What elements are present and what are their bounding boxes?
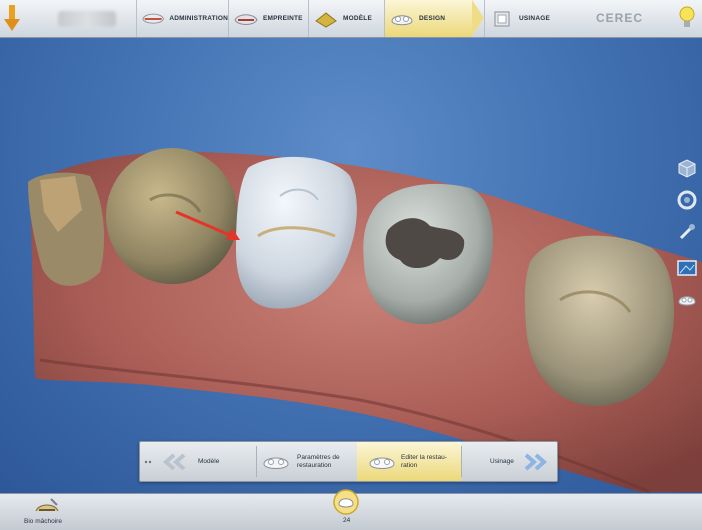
restoration-parameters-icon [263, 457, 289, 469]
phase-label: USINAGE [519, 15, 551, 22]
phase-label: EMPREINTE [263, 15, 303, 22]
model-icon [315, 11, 337, 28]
view-cube-icon[interactable] [676, 157, 698, 179]
tools-icon[interactable] [676, 221, 698, 243]
dental-model-scene[interactable] [0, 38, 702, 493]
patient-name-blurred [58, 11, 116, 27]
teeth-view-icon[interactable] [676, 289, 698, 311]
phase-impression[interactable]: EMPREINTE [228, 0, 308, 37]
step-label: Usinage [490, 457, 514, 465]
double-chevron-left-icon [162, 452, 186, 471]
workflow-step-bar: Modèle Paramètres de restauration Editer… [139, 441, 558, 482]
molar-right [524, 235, 675, 407]
phase-milling[interactable]: USINAGE [484, 0, 564, 37]
3d-viewport[interactable] [0, 38, 702, 493]
phase-bar: ADMINISTRATION EMPREINTE MODÈLE DESIGN U… [0, 0, 702, 38]
bio-jaw-label: Bio mâchoire [24, 518, 62, 525]
impression-icon [234, 13, 258, 25]
step-label: Modèle [198, 457, 220, 465]
lightbulb-icon[interactable] [679, 5, 695, 31]
phase-label: MODÈLE [343, 15, 373, 22]
phase-design[interactable]: DESIGN [384, 0, 484, 37]
design-icon [391, 14, 413, 25]
phase-label: ADMINISTRATION [169, 15, 228, 22]
bio-jaw-icon[interactable] [33, 496, 61, 518]
back-arrow-icon[interactable] [2, 3, 22, 33]
step-label-line2: ration [401, 461, 418, 469]
step-model-back[interactable]: Modèle [160, 442, 256, 481]
step-label-line1: Editer la restau- [401, 453, 447, 461]
selected-tooth-number: 24 [343, 517, 351, 524]
screenshot-icon[interactable] [676, 257, 698, 279]
premolar-left [106, 148, 238, 284]
cerec-logo: CEREC [596, 11, 644, 25]
phase-label: DESIGN [419, 15, 446, 22]
status-bar: Bio mâchoire 24 [0, 489, 702, 530]
double-chevron-right-icon [524, 452, 547, 471]
collapse-handle-icon[interactable] [143, 457, 153, 467]
phase-administration[interactable]: ADMINISTRATION [136, 0, 228, 37]
step-edit-restoration[interactable]: Editer la restau- ration [357, 442, 461, 481]
step-restoration-parameters[interactable]: Paramètres de restauration [257, 442, 357, 481]
milling-icon [494, 11, 510, 26]
step-label-line1: Paramètres de [297, 453, 340, 461]
step-milling-next[interactable]: Usinage [462, 442, 558, 481]
edit-restoration-icon [369, 457, 395, 469]
rotate-icon[interactable] [676, 189, 698, 211]
administration-icon [142, 13, 164, 24]
phase-model[interactable]: MODÈLE [308, 0, 384, 37]
step-label-line2: restauration [297, 461, 332, 469]
